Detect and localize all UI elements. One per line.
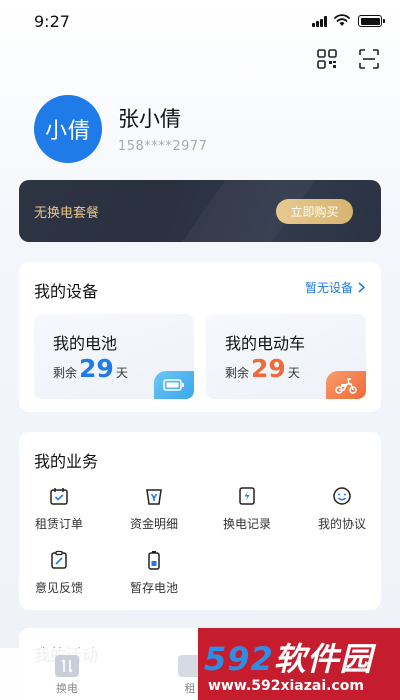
package-status-text: 无换电套餐 — [34, 206, 100, 221]
tab-rent-label: 租 — [184, 682, 196, 695]
business-card: 我的业务 租赁订单 资金明细 换电记录 我的协议 意见反馈 暂存电池 — [19, 432, 381, 610]
buy-now-button[interactable]: 立即购买 — [276, 199, 353, 224]
days-unit: 天 — [287, 366, 300, 380]
lease-order-item[interactable]: 租赁订单 — [19, 486, 99, 532]
status-bar: 9:27 — [0, 0, 400, 44]
stored-battery-label: 暂存电池 — [129, 581, 178, 595]
tab-swap-label: 换电 — [56, 682, 78, 695]
swap-record-label: 换电记录 — [222, 517, 271, 531]
battery-remaining: 剩余 29 天 — [53, 356, 128, 381]
my-scooter-tile[interactable]: 我的电动车 剩余 29 天 — [206, 314, 366, 399]
status-time: 9:27 — [34, 12, 70, 31]
feedback-label: 意见反馈 — [34, 581, 83, 595]
devices-card: 我的设备 暂无设备 我的电池 剩余 29 天 我的电动车 剩余 29 天 — [19, 262, 381, 412]
business-title: 我的业务 — [34, 452, 99, 471]
scooter-days: 29 — [251, 354, 286, 383]
stored-battery-icon — [148, 551, 160, 570]
tab-swap[interactable]: 换电 — [37, 655, 97, 696]
remain-prefix: 剩余 — [225, 366, 250, 380]
swap-tab-icon — [55, 655, 79, 677]
agreement-item[interactable]: 我的协议 — [302, 486, 382, 532]
stored-battery-item[interactable]: 暂存电池 — [114, 550, 194, 596]
scooter-tile-title: 我的电动车 — [225, 334, 306, 353]
scooter-icon — [326, 371, 366, 399]
funds-detail-item[interactable]: 资金明细 — [114, 486, 194, 532]
my-battery-tile[interactable]: 我的电池 剩余 29 天 — [34, 314, 194, 399]
lease-order-icon — [50, 488, 68, 505]
watermark-brand: 软件园 — [273, 640, 373, 678]
qr-code-icon[interactable] — [316, 48, 338, 70]
package-banner: 无换电套餐 立即购买 — [19, 180, 381, 242]
no-devices-label: 暂无设备 — [304, 281, 353, 295]
chevron-right-icon — [358, 282, 365, 293]
agreement-icon — [333, 487, 351, 505]
watermark-url: www.592xiazai.com — [208, 678, 364, 694]
wifi-icon — [334, 14, 350, 26]
days-unit: 天 — [115, 366, 128, 380]
site-watermark: 592软件园 www.592xiazai.com — [198, 628, 400, 700]
feedback-icon — [51, 550, 67, 569]
scan-icon[interactable] — [358, 48, 380, 70]
feedback-item[interactable]: 意见反馈 — [19, 550, 99, 596]
user-name: 张小倩 — [118, 107, 181, 131]
no-devices-link[interactable]: 暂无设备 — [305, 279, 365, 296]
swap-record-item[interactable]: 换电记录 — [207, 486, 287, 532]
battery-tile-title: 我的电池 — [53, 334, 118, 353]
battery-status-icon — [358, 15, 385, 27]
avatar[interactable]: 小倩 — [34, 95, 102, 163]
watermark-logo: 592软件园 — [204, 634, 373, 680]
funds-detail-label: 资金明细 — [129, 517, 178, 531]
devices-title: 我的设备 — [34, 282, 99, 301]
swap-record-icon — [239, 487, 255, 505]
header-actions — [316, 48, 380, 70]
lease-order-label: 租赁订单 — [34, 517, 83, 531]
battery-icon — [154, 371, 194, 399]
scooter-remaining: 剩余 29 天 — [225, 356, 300, 381]
watermark-digits: 592 — [204, 640, 274, 678]
agreement-label: 我的协议 — [317, 517, 366, 531]
signal-icon — [312, 16, 330, 27]
funds-detail-icon — [146, 489, 162, 505]
battery-days: 29 — [79, 354, 114, 383]
remain-prefix: 剩余 — [53, 366, 78, 380]
user-phone: 158****2977 — [118, 139, 208, 154]
